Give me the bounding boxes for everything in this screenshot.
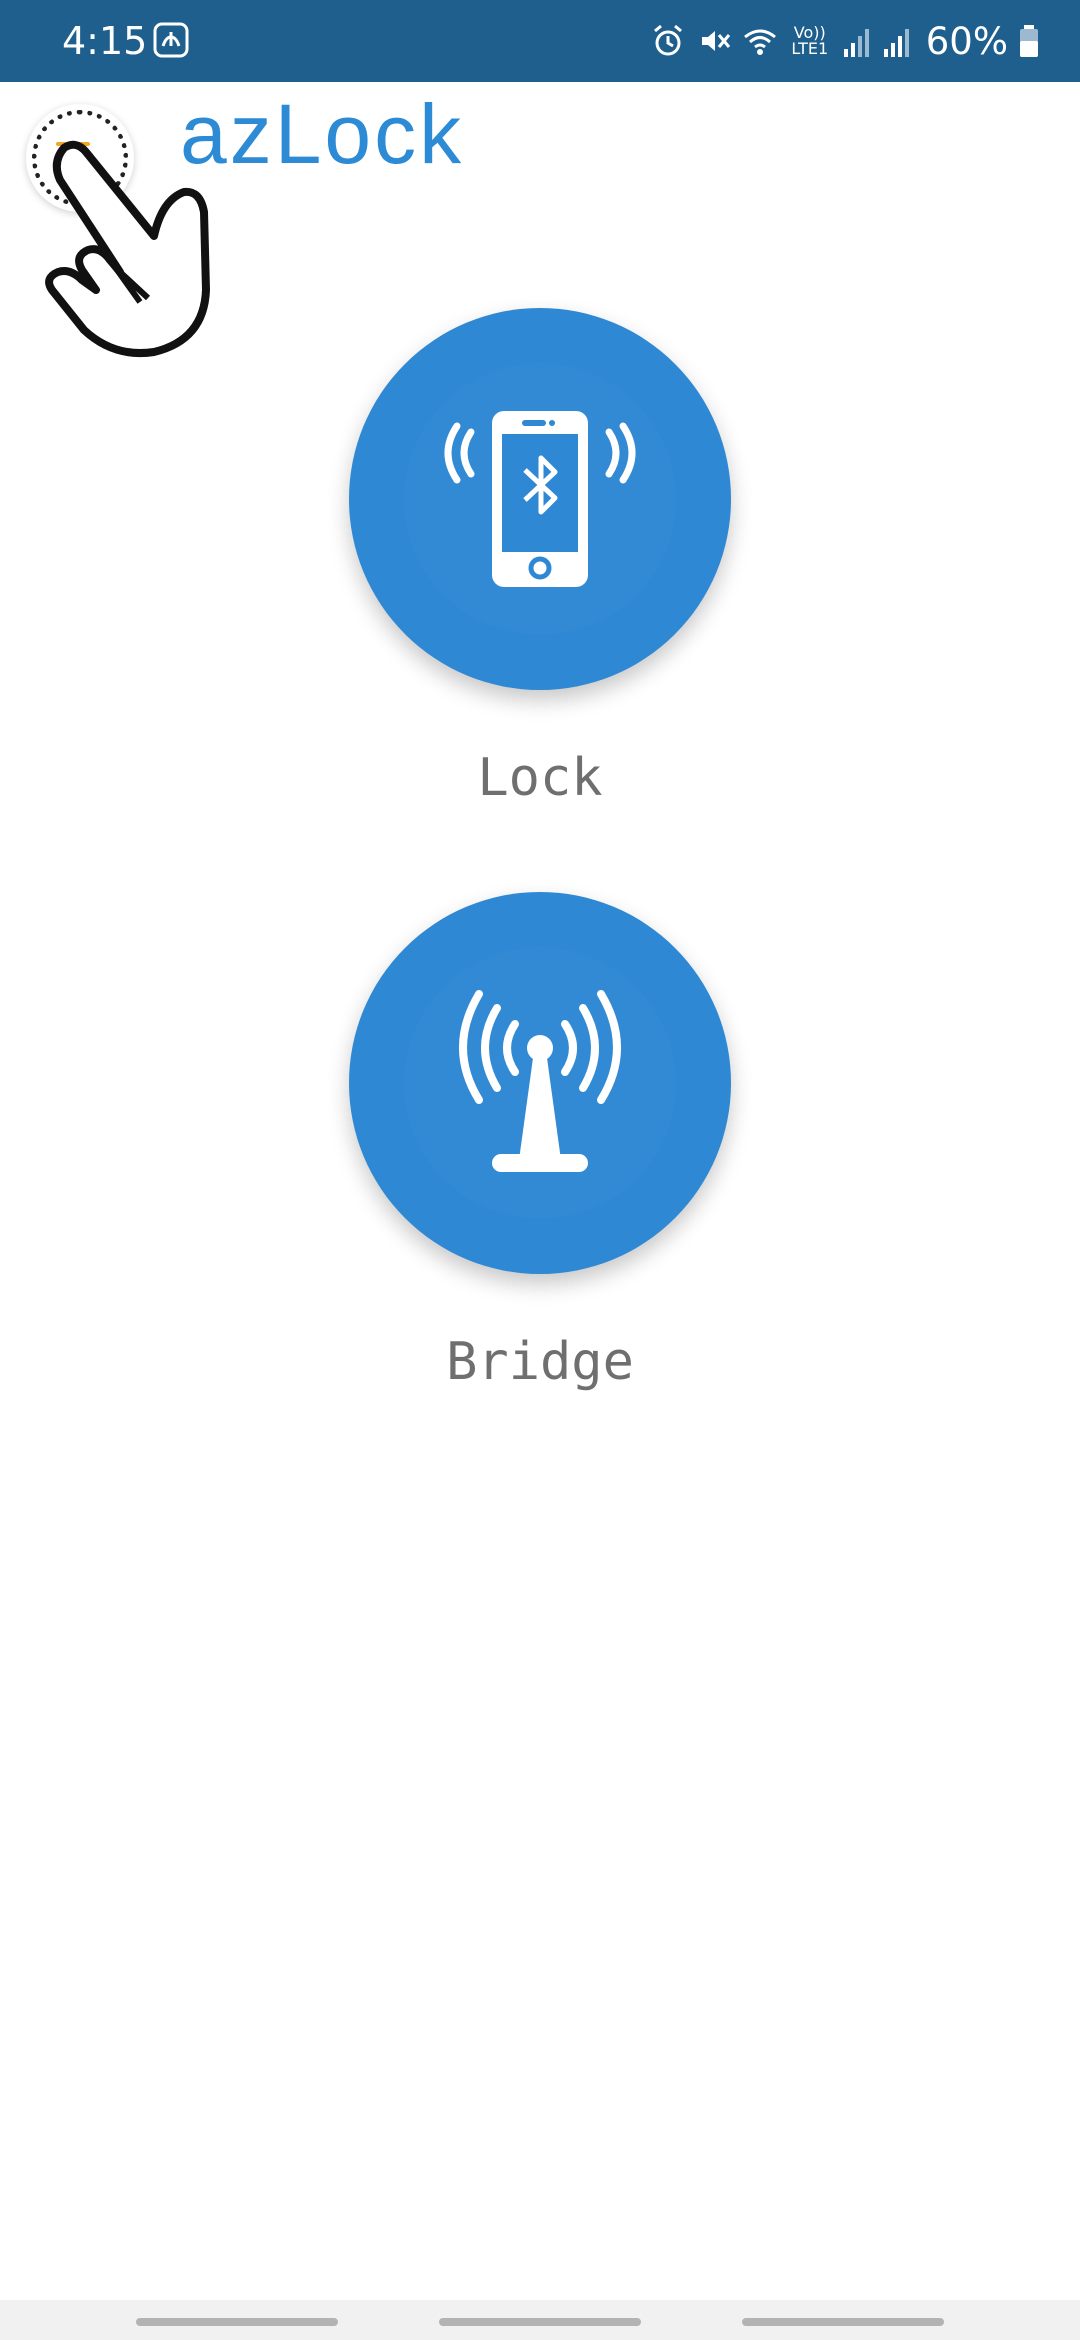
bluetooth-phone-icon [444,411,636,587]
home-button[interactable] [439,2318,641,2326]
wifi-tower-icon [459,990,621,1172]
app-logo: azLock [180,92,500,176]
signal-icon-2 [883,29,909,57]
recent-apps-button[interactable] [136,2318,338,2326]
back-button[interactable] [742,2318,944,2326]
status-icons: Vo)) LTE1 60% [650,14,1040,68]
mute-icon [701,31,730,51]
signal-icon [843,29,869,57]
bridge-action[interactable]: Bridge [0,892,1080,1412]
lock-action[interactable]: Lock [0,308,1080,828]
lte-indicator: Vo)) LTE1 [791,23,829,58]
status-time: 4:15 [62,19,148,63]
battery-icon [1020,25,1038,57]
status-bar: 4:15 Vo)) LTE1 60% [0,0,1080,82]
lock-label: Lock [477,748,603,808]
alarm-icon [653,24,682,56]
lock-button[interactable] [349,308,731,690]
bridge-label: Bridge [446,1332,634,1392]
bridge-button[interactable] [349,892,731,1274]
battery-percent: 60% [925,19,1008,63]
navigation-bar [0,2300,1080,2340]
saavn-app-icon [153,22,189,58]
wifi-icon [743,29,776,55]
